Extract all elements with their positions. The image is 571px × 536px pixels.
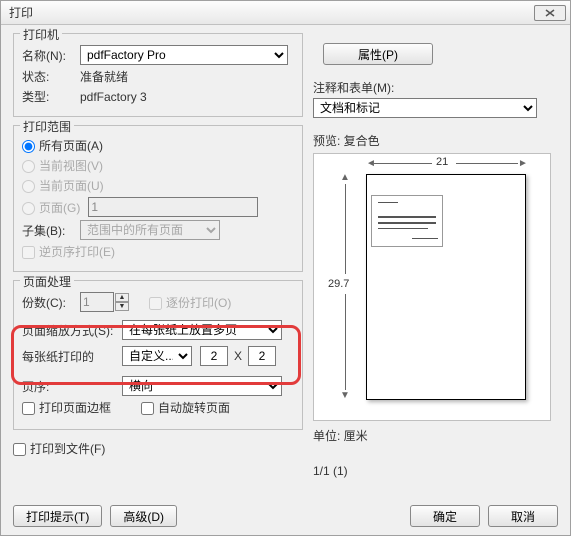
- collate-check: 逐份打印(O): [149, 294, 231, 311]
- print-range-group: 打印范围 所有页面(A) 当前视图(V) 当前页面(U) 页面(G) 子集(B)…: [13, 125, 303, 272]
- window-title: 打印: [5, 4, 33, 21]
- range-pages-input: [88, 197, 258, 217]
- ok-button[interactable]: 确定: [410, 505, 480, 527]
- scaling-label: 页面缩放方式(S):: [22, 322, 122, 339]
- preview-width: 21: [436, 156, 448, 168]
- range-current-radio: 当前页面(U): [22, 177, 104, 194]
- reverse-check: 逆页序打印(E): [22, 243, 115, 260]
- borders-check[interactable]: 打印页面边框: [22, 399, 111, 416]
- copies-spinner: ▲▼: [115, 293, 129, 311]
- printer-group-label: 打印机: [20, 26, 62, 43]
- copies-label: 份数(C):: [22, 294, 72, 311]
- perpage-cols-input[interactable]: [248, 346, 276, 366]
- close-icon: [545, 9, 555, 17]
- printer-name-label: 名称(N):: [22, 47, 80, 64]
- printer-group: 打印机 名称(N): pdfFactory Pro 状态: 准备就绪 类型: p…: [13, 33, 303, 117]
- print-tips-button[interactable]: 打印提示(T): [13, 505, 102, 527]
- order-label: 页序:: [22, 378, 72, 395]
- preview-thumbnail: [371, 195, 443, 247]
- printer-status-value: 准备就绪: [80, 68, 128, 85]
- scaling-select[interactable]: 在每张纸上放置多页: [122, 320, 282, 340]
- range-all-radio[interactable]: 所有页面(A): [22, 137, 103, 154]
- perpage-rows-input[interactable]: [200, 346, 228, 366]
- range-view-radio: 当前视图(V): [22, 157, 103, 174]
- preview-box: ◄ 21 ► ▲ 29.7 ▼: [313, 153, 551, 421]
- advanced-button[interactable]: 高级(D): [110, 505, 177, 527]
- page-handling-group: 页面处理 份数(C): ▲▼ 逐份打印(O) 页面缩放方式(S): 在每张纸上放…: [13, 280, 303, 430]
- print-dialog: 打印 打印机 名称(N): pdfFactory Pro 状态: 准备就绪: [0, 0, 571, 536]
- perpage-label: 每张纸打印的: [22, 348, 102, 365]
- comments-select[interactable]: 文档和标记: [313, 98, 537, 118]
- perpage-x-label: X: [234, 349, 242, 363]
- subset-select: 范围中的所有页面: [80, 220, 220, 240]
- copies-input: [80, 292, 114, 312]
- footer: 打印提示(T) 高级(D) 确定 取消: [13, 505, 558, 527]
- properties-button[interactable]: 属性(P): [323, 43, 433, 65]
- printer-type-label: 类型:: [22, 88, 80, 105]
- page-indicator: 1/1 (1): [313, 464, 551, 478]
- preview-height: 29.7: [328, 278, 349, 290]
- printer-status-label: 状态:: [22, 68, 80, 85]
- close-button[interactable]: [534, 5, 566, 21]
- order-select[interactable]: 横向: [122, 376, 282, 396]
- preview-page: [366, 174, 526, 400]
- subset-label: 子集(B):: [22, 222, 72, 239]
- autorotate-check[interactable]: 自动旋转页面: [141, 399, 230, 416]
- range-pages-radio: 页面(G): [22, 199, 80, 216]
- unit-label: 单位: 厘米: [313, 427, 551, 444]
- printer-type-value: pdfFactory 3: [80, 90, 147, 104]
- printer-name-select[interactable]: pdfFactory Pro: [80, 45, 288, 65]
- page-handling-label: 页面处理: [20, 273, 74, 290]
- perpage-select[interactable]: 自定义...: [122, 346, 192, 366]
- titlebar: 打印: [1, 1, 570, 25]
- preview-label: 预览: 复合色: [313, 132, 551, 149]
- print-to-file-check[interactable]: 打印到文件(F): [13, 440, 105, 457]
- print-range-label: 打印范围: [20, 118, 74, 135]
- cancel-button[interactable]: 取消: [488, 505, 558, 527]
- comments-label: 注释和表单(M):: [313, 79, 551, 96]
